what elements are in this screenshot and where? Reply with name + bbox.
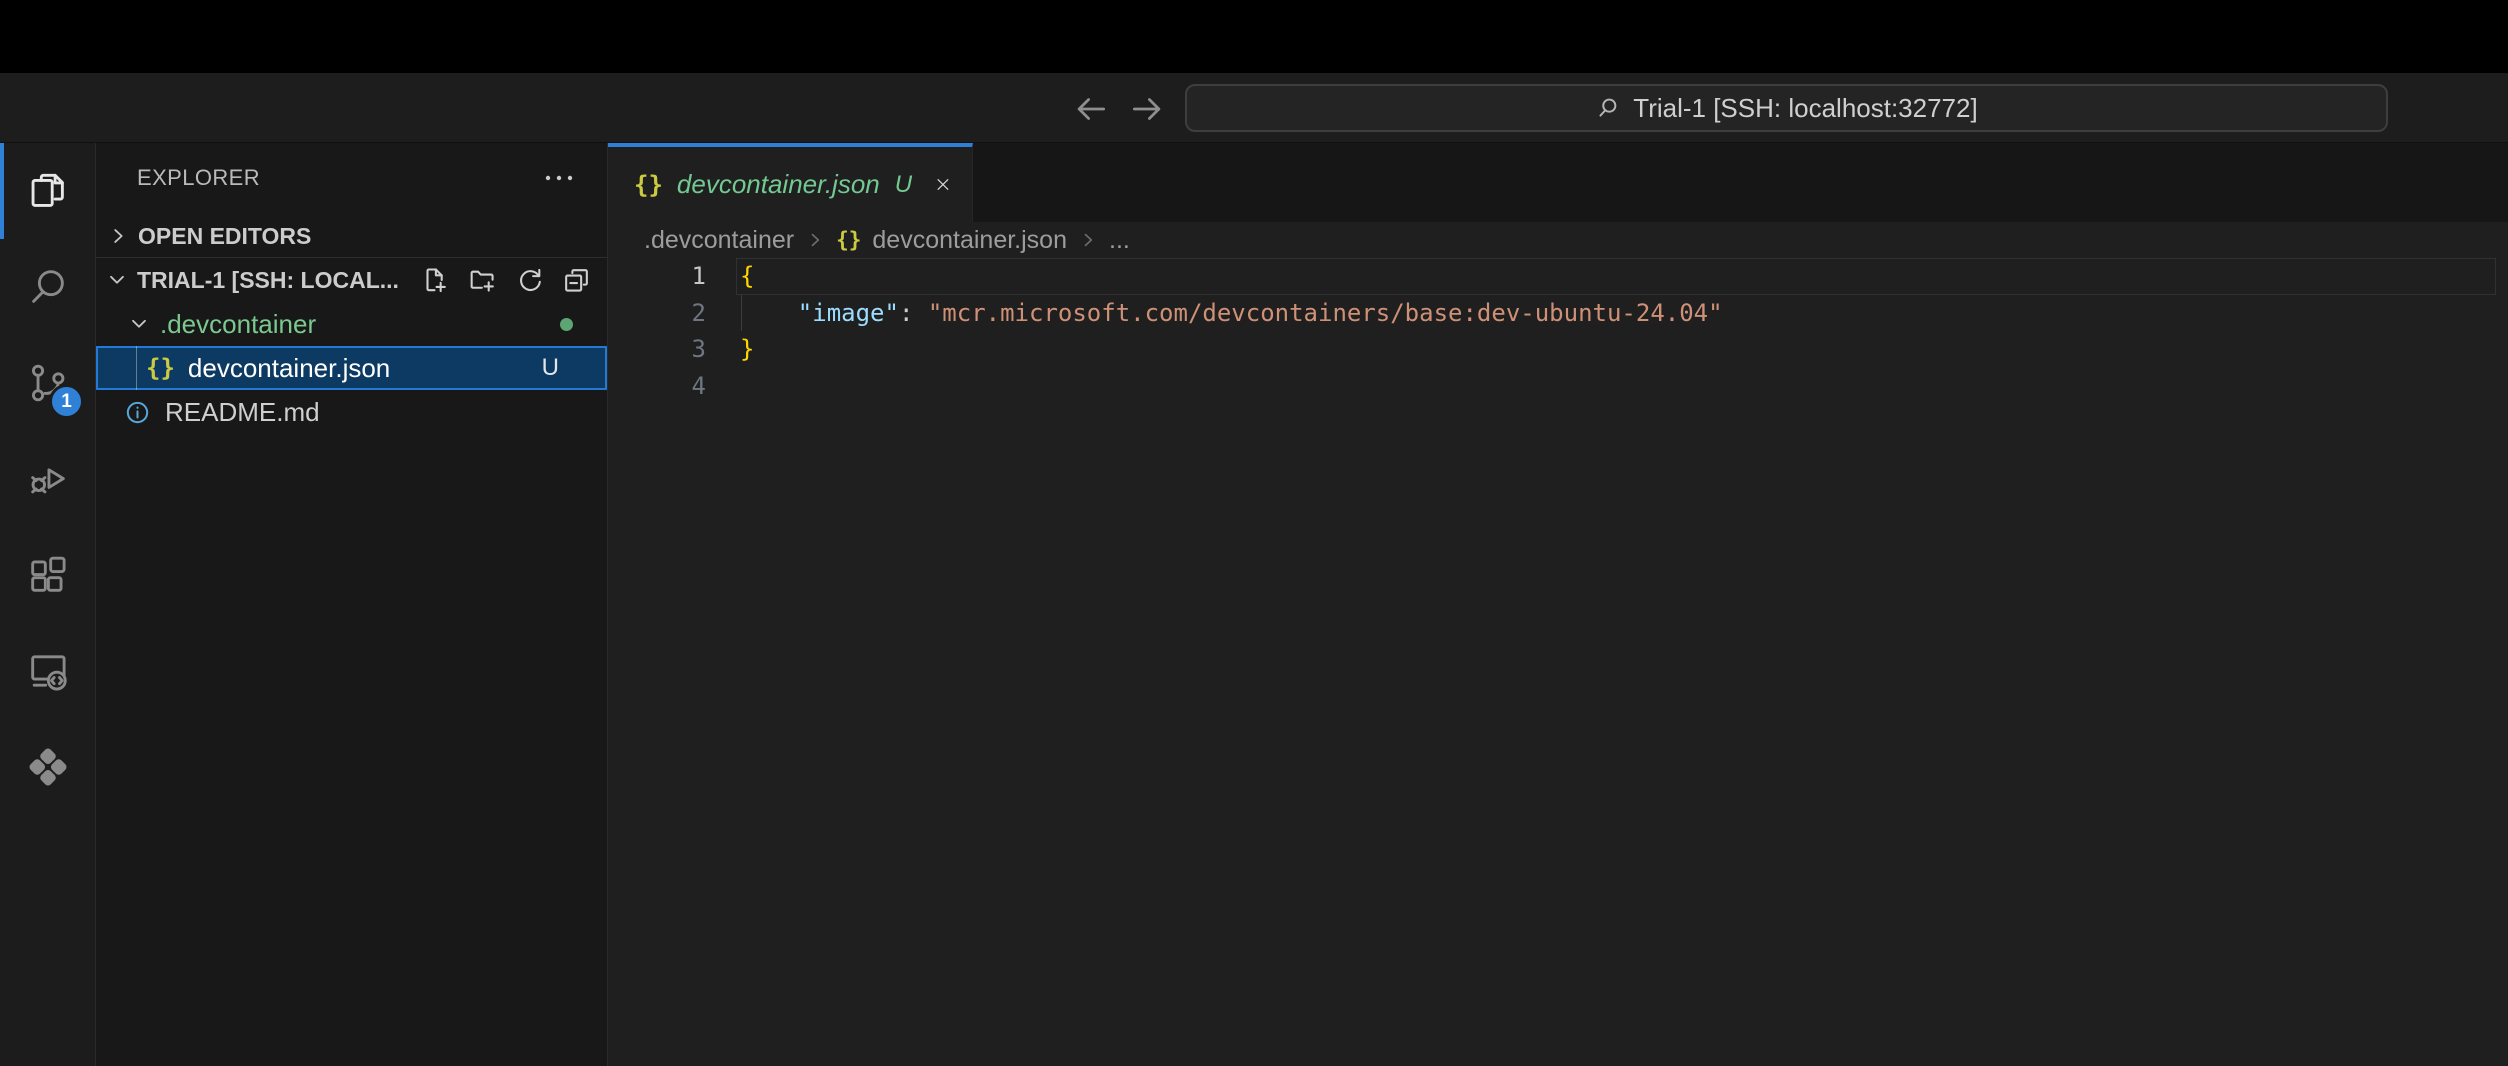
navigate-forward-button[interactable] (1128, 90, 1166, 128)
new-folder-icon[interactable] (467, 265, 498, 296)
line-number: 2 (608, 295, 740, 332)
workbench: 1 (0, 143, 2508, 1066)
code-token-colon: : (899, 299, 928, 327)
chevron-down-icon (128, 313, 150, 335)
code-token-key: "image" (798, 299, 899, 327)
azure-icon (25, 744, 71, 790)
code-indent (740, 299, 798, 327)
chevron-down-icon (106, 269, 128, 291)
command-center-label: Trial-1 [SSH: localhost:32772] (1633, 93, 1977, 124)
extensions-icon (25, 552, 71, 598)
ellipsis-icon (543, 165, 575, 191)
search-icon (25, 264, 71, 310)
line-number: 4 (608, 368, 740, 405)
navigate-back-button[interactable] (1072, 90, 1110, 128)
git-untracked-badge: U (542, 354, 559, 382)
line-number: 3 (608, 331, 740, 368)
breadcrumb-file[interactable]: devcontainer.json (872, 226, 1067, 255)
activity-item-remote-explorer[interactable] (0, 623, 96, 719)
chevron-right-icon (805, 230, 825, 250)
close-icon[interactable] (934, 171, 952, 198)
breadcrumb-symbol[interactable]: ... (1109, 226, 1130, 255)
line-number: 1 (608, 258, 740, 295)
code-editor[interactable]: 1 { 2 "image": "mcr.microsoft.com/devcon… (608, 258, 2508, 1066)
search-icon (1595, 95, 1621, 121)
tab-git-badge: U (895, 171, 912, 199)
arrow-right-icon (1128, 90, 1166, 128)
vscode-window: Trial-1 [SSH: localhost:32772] 1 (0, 0, 2508, 1066)
workspace-section[interactable]: TRIAL-1 [SSH: LOCAL... (96, 258, 607, 302)
file-name: devcontainer.json (188, 353, 390, 384)
code-token-string: "mcr.microsoft.com/devcontainers/base:de… (928, 299, 1723, 327)
git-modified-dot (560, 318, 573, 331)
macos-top-strip (0, 0, 2508, 73)
tab-devcontainer-json[interactable]: {} devcontainer.json U (608, 143, 973, 222)
arrow-left-icon (1072, 90, 1110, 128)
activity-item-azure[interactable] (0, 719, 96, 815)
command-center-search[interactable]: Trial-1 [SSH: localhost:32772] (1185, 84, 2388, 132)
open-editors-section[interactable]: OPEN EDITORS (96, 214, 607, 258)
activity-item-source-control[interactable]: 1 (0, 335, 96, 431)
title-bar: Trial-1 [SSH: localhost:32772] (0, 73, 2508, 143)
code-line-4: 4 (608, 368, 2508, 405)
activity-item-extensions[interactable] (0, 527, 96, 623)
tab-bar: {} devcontainer.json U (608, 143, 2508, 222)
folder-name: .devcontainer (160, 309, 316, 340)
collapse-all-icon[interactable] (561, 265, 592, 296)
tree-item-devcontainer-json[interactable]: {} devcontainer.json U (96, 346, 607, 390)
activity-item-search[interactable] (0, 239, 96, 335)
file-name: README.md (165, 397, 320, 428)
json-file-icon: {} (836, 228, 861, 252)
scm-changes-badge: 1 (49, 384, 84, 419)
json-file-icon: {} (634, 171, 663, 199)
activity-bar: 1 (0, 143, 96, 1066)
explorer-sidebar: EXPLORER OPEN EDITORS TRIAL-1 [SSH: LOCA… (96, 143, 608, 1066)
tree-item-readme[interactable]: README.md (96, 390, 607, 434)
debug-icon (25, 456, 71, 502)
workspace-label: TRIAL-1 [SSH: LOCAL... (137, 267, 399, 294)
open-editors-label: OPEN EDITORS (138, 223, 311, 250)
sidebar-title: EXPLORER (137, 165, 260, 191)
indent-guide (741, 295, 742, 331)
refresh-icon[interactable] (514, 265, 545, 296)
code-line-2: 2 "image": "mcr.microsoft.com/devcontain… (608, 295, 2508, 332)
code-token: } (740, 335, 754, 363)
workspace-actions (420, 258, 592, 302)
activity-item-debug[interactable] (0, 431, 96, 527)
files-icon (25, 168, 71, 214)
chevron-right-icon (107, 225, 129, 247)
tab-label: devcontainer.json (677, 169, 880, 200)
new-file-icon[interactable] (420, 265, 451, 296)
tree-indent-guide (136, 346, 137, 390)
breadcrumb-folder[interactable]: .devcontainer (644, 226, 794, 255)
remote-explorer-icon (25, 648, 71, 694)
tree-item-devcontainer-folder[interactable]: .devcontainer (96, 302, 607, 346)
breadcrumbs: .devcontainer {} devcontainer.json ... (608, 222, 2508, 258)
info-icon (124, 399, 151, 426)
code-line-3: 3 } (608, 331, 2508, 368)
editor-group: {} devcontainer.json U .devcontainer {} … (608, 143, 2508, 1066)
chevron-right-icon (1078, 230, 1098, 250)
current-line-highlight (736, 258, 2496, 295)
json-file-icon: {} (146, 354, 175, 382)
more-actions-button[interactable] (543, 165, 575, 191)
activity-item-explorer[interactable] (0, 143, 96, 239)
